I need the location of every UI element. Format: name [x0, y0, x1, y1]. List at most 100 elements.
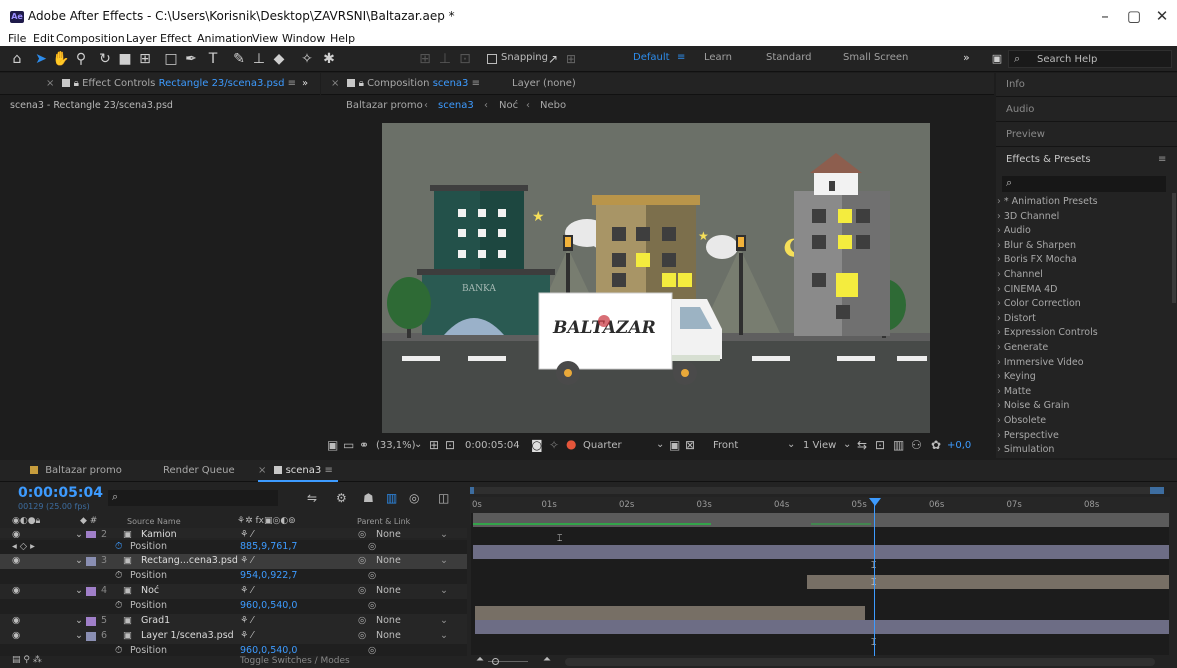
exposure-value[interactable]: +0,0	[947, 440, 971, 451]
composition-viewer[interactable]: BANKA ★ ★ BALTAZAR	[382, 123, 930, 433]
timeline-scrollbar[interactable]	[565, 658, 1155, 666]
property-value[interactable]: 954,0,922,7	[240, 570, 297, 581]
view-layout-select[interactable]: 1 View	[803, 440, 836, 451]
effect-category-item[interactable]: › Simulation	[997, 444, 1054, 455]
menu-help[interactable]: Help	[330, 32, 355, 46]
effect-category-item[interactable]: › Boris FX Mocha	[997, 254, 1077, 265]
layer-bar[interactable]	[475, 620, 1169, 634]
effect-category-item[interactable]: › * Animation Presets	[997, 196, 1098, 207]
chevron-down-icon[interactable]: ⌄	[75, 630, 83, 641]
zoom-in-icon[interactable]: ⏶	[543, 654, 551, 665]
layer-name[interactable]: Layer 1/scena3.psd	[141, 630, 234, 641]
region-of-interest-icon[interactable]: ▣	[669, 438, 680, 452]
layer-switches[interactable]: ⚘ ⁄	[240, 630, 253, 641]
pan-behind-tool-icon[interactable]: ⊞	[136, 50, 154, 68]
pickwhip-icon[interactable]: ◎	[358, 615, 366, 626]
workspace-more[interactable]: »	[963, 51, 970, 64]
layer-name[interactable]: Grad1	[141, 615, 170, 626]
resolution-select[interactable]: Quarter	[583, 440, 622, 451]
zoom-out-icon[interactable]: ⏶	[476, 654, 484, 665]
keyframe-icon[interactable]: ⌶	[557, 534, 562, 544]
breadcrumb-item[interactable]: Baltazar promo	[346, 100, 423, 111]
breadcrumb-item-current[interactable]: scena3	[438, 100, 474, 111]
shy-layers-icon[interactable]: ☗	[363, 491, 374, 505]
clone-stamp-tool-icon[interactable]: ⊥	[250, 50, 268, 68]
breadcrumb-item[interactable]: Noć	[499, 100, 518, 111]
layer-name[interactable]: Rectang...cena3.psd	[141, 555, 238, 566]
type-tool-icon[interactable]: T	[204, 50, 222, 68]
stopwatch-icon[interactable]: ⏱	[115, 600, 122, 611]
eye-icon[interactable]: ◉	[12, 630, 20, 641]
track-area[interactable]: ⌶ ⌶ ⌶ ⌶	[471, 513, 1169, 655]
tab-baltazar-promo[interactable]: Baltazar promo	[30, 465, 122, 476]
parent-select[interactable]: None	[376, 615, 401, 626]
chevron-down-icon[interactable]: ⌄	[75, 555, 83, 566]
toggle-pixel-aspect-icon[interactable]: ⇆	[857, 438, 867, 452]
col-parent-link[interactable]: Parent & Link	[357, 517, 410, 526]
color-channel-icon[interactable]: ●	[566, 437, 576, 451]
property-value[interactable]: 960,0,540,0	[240, 600, 297, 611]
stopwatch-icon[interactable]: ⏱	[115, 541, 122, 552]
always-preview-icon[interactable]: ▣	[327, 438, 338, 452]
workspace-menu-icon[interactable]: ≡	[677, 52, 685, 63]
menu-composition[interactable]: Composition	[56, 32, 125, 46]
stopwatch-icon[interactable]: ⏱	[115, 570, 122, 581]
panel-menu-icon[interactable]: ≡	[288, 78, 296, 89]
effect-category-item[interactable]: › Obsolete	[997, 415, 1046, 426]
effect-category-item[interactable]: › Matte	[997, 386, 1031, 397]
menu-window[interactable]: Window	[282, 32, 325, 46]
layer-name[interactable]: Kamion	[141, 529, 177, 538]
effect-category-item[interactable]: › Noise & Grain	[997, 400, 1069, 411]
playhead-handle[interactable]	[869, 498, 881, 506]
scrollbar[interactable]	[1172, 193, 1176, 303]
label-color[interactable]	[86, 632, 96, 641]
layer-tab[interactable]: Layer (none)	[512, 78, 576, 89]
layer-bar[interactable]	[807, 575, 1169, 589]
effect-category-item[interactable]: › 3D Channel	[997, 211, 1059, 222]
panel-more[interactable]: »	[302, 78, 308, 89]
menu-edit[interactable]: Edit	[33, 32, 54, 46]
layer-switches[interactable]: ⚘ ⁄	[240, 615, 253, 626]
layer-switches[interactable]: ⚘ ⁄	[240, 585, 253, 596]
workspace-default[interactable]: Default	[633, 52, 670, 63]
property-value[interactable]: 960,0,540,0	[240, 645, 297, 656]
layer-row[interactable]: ◉ ⌄ 3 ▣ Rectang...cena3.psd ⚘ ⁄ ◎ None ⌄	[0, 554, 467, 569]
timeline-icon[interactable]: ▥	[893, 438, 904, 452]
masks-icon[interactable]: ⚭	[359, 438, 369, 452]
rectangle-tool-icon[interactable]: □	[162, 50, 180, 68]
chevron-down-icon[interactable]: ⌄	[440, 585, 448, 596]
stopwatch-icon[interactable]: ⏱	[115, 645, 122, 656]
effect-category-item[interactable]: › Color Correction	[997, 298, 1081, 309]
snap-grid-icon[interactable]: ⊞	[562, 50, 580, 68]
pickwhip-icon[interactable]: ◎	[368, 570, 376, 581]
effect-category-item[interactable]: › Channel	[997, 269, 1043, 280]
layer-name[interactable]: Noć	[141, 585, 159, 596]
playhead[interactable]	[874, 498, 875, 658]
camera-tool-icon[interactable]: ■	[116, 50, 134, 68]
pen-tool-icon[interactable]: ✒	[182, 50, 200, 68]
composition-tab[interactable]: × 🔒︎ Composition scena3 ≡	[331, 78, 480, 89]
effect-category-item[interactable]: › Immersive Video	[997, 357, 1084, 368]
grid-icon[interactable]: ⊡	[445, 438, 455, 452]
frame-blending-icon[interactable]: ▥	[386, 491, 397, 505]
hand-tool-icon[interactable]: ✋	[52, 50, 70, 68]
menu-file[interactable]: File	[8, 32, 26, 46]
parent-select[interactable]: None	[376, 585, 401, 596]
property-row[interactable]: ⏱ Position 954,0,922,7 ◎	[0, 569, 467, 584]
keyframe-navigator[interactable]: ◂ ◇ ▸	[12, 541, 35, 552]
effect-category-item[interactable]: › Perspective	[997, 430, 1059, 441]
brush-tool-icon[interactable]: ✎	[230, 50, 248, 68]
pickwhip-icon[interactable]: ◎	[368, 645, 376, 656]
parent-select[interactable]: None	[376, 555, 401, 566]
label-color[interactable]	[86, 557, 96, 566]
pickwhip-icon[interactable]: ◎	[368, 600, 376, 611]
motion-blur-icon[interactable]: ◎	[409, 491, 419, 505]
layer-row[interactable]: ◉ ⌄ 4 ▣ Noć ⚘ ⁄ ◎ None ⌄	[0, 584, 467, 599]
layer-switches[interactable]: ⚘ ⁄	[240, 529, 253, 538]
bottom-options-icon[interactable]: ▤ ⚲ ⁂	[12, 655, 42, 665]
property-row[interactable]: ◂ ◇ ▸ ⏱ Position 885,9,761,7 ◎	[0, 540, 467, 555]
eye-icon[interactable]: ◉	[12, 555, 20, 566]
reset-exposure-icon[interactable]: ✿	[931, 438, 941, 452]
safe-zones-icon[interactable]: ⊞	[429, 438, 439, 452]
roto-brush-tool-icon[interactable]: ✧	[298, 50, 316, 68]
